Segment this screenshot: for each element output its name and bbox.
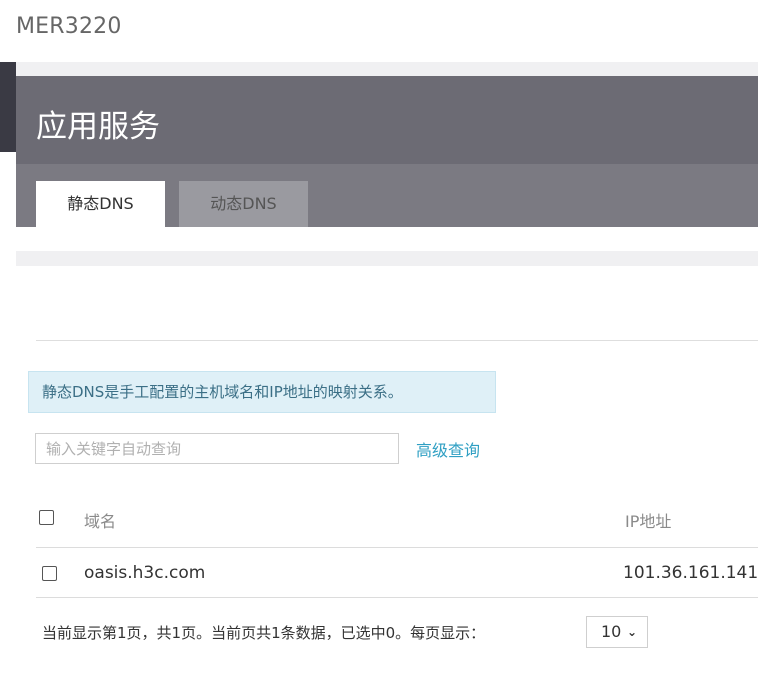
select-all-checkbox[interactable] <box>39 510 54 525</box>
main-content: 静态DNS是手工配置的主机域名和IP地址的映射关系。 高级查询 域名 IP地址 … <box>16 266 758 681</box>
page-title: 应用服务 <box>36 109 160 145</box>
tab-bar: 静态DNS 动态DNS <box>16 164 758 227</box>
divider <box>36 340 758 341</box>
column-header-domain[interactable]: 域名 <box>84 508 116 532</box>
tab-dynamic-dns[interactable]: 动态DNS <box>179 181 308 227</box>
table-row-divider <box>36 597 758 598</box>
cell-domain: oasis.h3c.com <box>84 563 206 583</box>
top-bar: MER3220 <box>0 0 758 62</box>
pager-summary: 当前显示第1页，共1页。当前页共1条数据，已选中0。每页显示： <box>42 624 486 642</box>
tab-content-strip <box>16 227 758 251</box>
chevron-down-icon: ⌄ <box>626 625 637 639</box>
tab-static-dns[interactable]: 静态DNS <box>36 181 165 227</box>
search-input[interactable] <box>35 433 399 464</box>
table-header-divider <box>36 547 758 548</box>
advanced-search-link[interactable]: 高级查询 <box>416 437 480 461</box>
page-header: 应用服务 静态DNS 动态DNS <box>16 76 758 227</box>
column-header-ip[interactable]: IP地址 <box>625 508 671 532</box>
page-size-select[interactable]: 10 ⌄ <box>586 616 648 648</box>
page-size-value: 10 <box>601 622 622 641</box>
row-checkbox[interactable] <box>42 566 57 581</box>
device-name: MER3220 <box>16 14 122 39</box>
left-nav-strip <box>0 62 16 152</box>
info-banner: 静态DNS是手工配置的主机域名和IP地址的映射关系。 <box>28 371 496 413</box>
cell-ip: 101.36.161.141 <box>623 563 758 583</box>
